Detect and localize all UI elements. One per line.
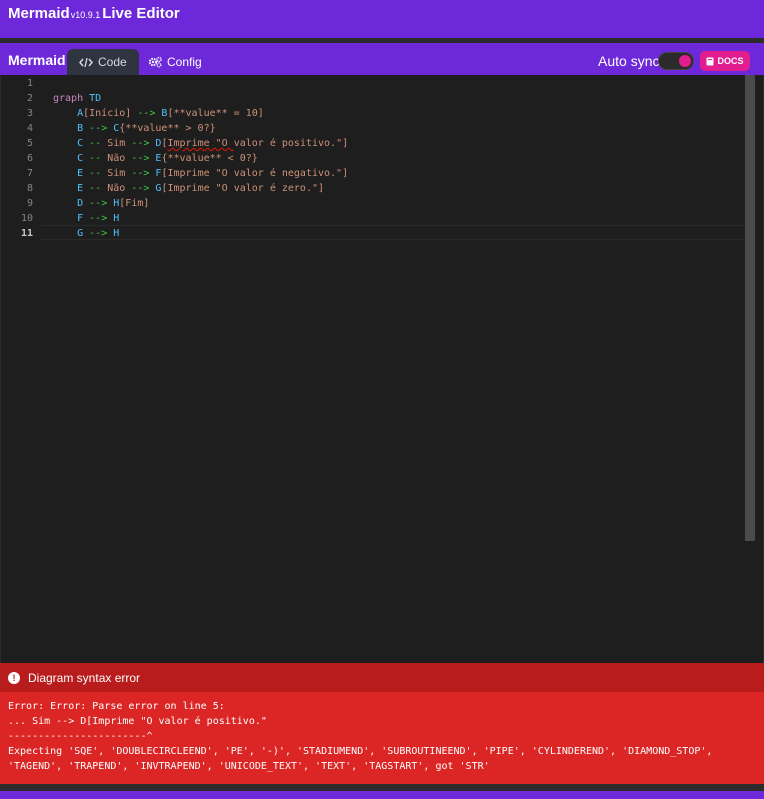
code-line: graph TD — [53, 93, 102, 104]
line-number: 2 — [26, 93, 33, 104]
app-title: Live Editor — [102, 5, 180, 22]
line-number: 11 — [20, 228, 33, 239]
docs-button[interactable]: DOCS — [700, 51, 750, 71]
code-icon — [79, 57, 93, 67]
code-line: A[Início] --> B[**value** = 10] — [77, 108, 264, 119]
autosync-toggle[interactable] — [658, 52, 694, 70]
code-line: E -- Não --> G[Imprime "O valor é zero."… — [77, 183, 325, 194]
book-icon — [706, 57, 714, 65]
line-number: 9 — [26, 198, 33, 209]
code-line: F --> H — [77, 213, 120, 224]
tab-config[interactable]: Config — [136, 49, 214, 75]
exclamation-circle-icon: ! — [8, 671, 20, 684]
error-panel: ! Diagram syntax error Error: Error: Par… — [0, 663, 764, 784]
error-line: 'TAGEND', 'TRAPEND', 'INVTRAPEND', 'UNIC… — [8, 761, 490, 772]
code-line: D --> H[Fim] — [77, 198, 150, 209]
app-name: Mermaid — [8, 5, 70, 22]
line-number: 3 — [26, 108, 33, 119]
error-message: Error: Error: Parse error on line 5: ... … — [8, 699, 758, 774]
editor-panel-header: Mermaid Code Config Auto sync DOCS — [0, 43, 764, 75]
autosync-label: Auto sync — [598, 53, 660, 69]
code-line: B --> C{**value** > 0?} — [77, 123, 216, 134]
line-number: 5 — [26, 138, 33, 149]
code-line: C -- Sim --> D[Imprime "O valor é positi… — [77, 138, 349, 149]
line-number: 4 — [26, 123, 33, 134]
app-brand[interactable]: Mermaidv10.9.1 Live Editor — [8, 5, 180, 22]
error-line: Error: Error: Parse error on line 5: — [8, 701, 225, 712]
line-number: 6 — [26, 153, 33, 164]
code-line: G --> H — [77, 228, 120, 239]
code-line: E -- Sim --> F[Imprime "O valor é negati… — [77, 168, 349, 179]
code-line: C -- Não --> E{**value** < 0?} — [77, 153, 258, 164]
line-number: 1 — [26, 78, 33, 89]
line-number: 10 — [20, 213, 33, 224]
error-title: Diagram syntax error — [28, 670, 141, 685]
toggle-knob — [679, 55, 691, 67]
tab-code[interactable]: Code — [67, 49, 139, 75]
code-editor[interactable]: 1 2 3 4 5 6 7 8 9 10 11 graph TD A[Início] --> B[*… — [0, 75, 764, 663]
active-line-highlight — [41, 225, 757, 240]
error-line: ... Sim --> D[Imprime "O valor é positiv… — [8, 716, 267, 727]
error-header: ! Diagram syntax error — [0, 663, 764, 692]
docs-label: DOCS — [717, 56, 744, 66]
error-line: -----------------------^ — [8, 731, 153, 742]
top-navbar: Mermaidv10.9.1 Live Editor — [0, 0, 764, 38]
bottom-bar — [0, 784, 764, 799]
gears-icon — [148, 56, 162, 68]
line-number: 8 — [26, 183, 33, 194]
editor-scrollbar[interactable] — [745, 75, 755, 541]
panel-title: Mermaid — [8, 52, 66, 68]
app-version: v10.9.1 — [70, 10, 101, 20]
line-number: 7 — [26, 168, 33, 179]
tab-config-label: Config — [167, 55, 202, 69]
tab-code-label: Code — [98, 55, 127, 69]
bottom-panel-header — [0, 791, 764, 799]
error-line: Expecting 'SQE', 'DOUBLECIRCLEEND', 'PE'… — [8, 746, 713, 757]
